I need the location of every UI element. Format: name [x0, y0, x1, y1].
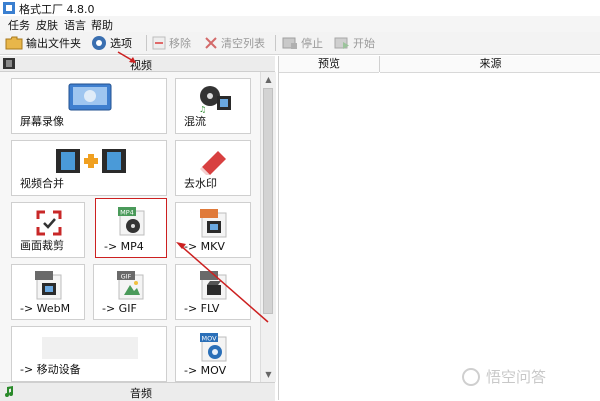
title-bar: 格式工厂 4.8.0 — [0, 0, 600, 16]
watermark: 悟空问答 — [462, 366, 546, 387]
menu-language[interactable]: 语言 — [64, 17, 86, 33]
menu-skin[interactable]: 皮肤 — [36, 17, 58, 33]
mp4-icon: MP4 — [118, 207, 145, 236]
tile-screen-record[interactable]: 屏幕录像 — [11, 78, 167, 134]
stop-label: 停止 — [301, 37, 323, 50]
tile-label: -> MP4 — [104, 240, 144, 253]
video-category-header[interactable]: 视频 — [0, 56, 275, 72]
screen-record-icon — [68, 83, 112, 111]
toolbar: 输出文件夹 选项 移除 清空列表 停止 开始 — [0, 32, 600, 55]
window-title: 格式工厂 4.8.0 — [19, 3, 95, 16]
tile-label: 画面裁剪 — [20, 239, 64, 252]
tile-to-mobile-device[interactable]: -> 移动设备 — [11, 326, 167, 382]
clear-list-button[interactable]: 清空列表 — [204, 35, 265, 51]
stop-icon — [282, 37, 297, 49]
remove-icon — [152, 36, 166, 50]
mux-icon: ♫ — [199, 86, 231, 113]
output-folder-label: 输出文件夹 — [26, 37, 81, 50]
column-header-source[interactable]: 来源 — [380, 56, 600, 73]
app-logo-icon — [3, 2, 15, 14]
mov-badge: MOV — [201, 335, 217, 343]
tool-grid: 屏幕录像 ♫ 混流 视频合并 去水印 画面裁剪 MP4 -> MP4 -> MK… — [0, 72, 260, 382]
svg-text:♫: ♫ — [199, 105, 206, 113]
mp4-badge: MP4 — [120, 209, 134, 217]
menu-bar: 任务 皮肤 语言 帮助 — [0, 16, 600, 32]
tile-label: -> 移动设备 — [20, 363, 81, 376]
gif-badge: GIF — [121, 273, 132, 281]
tile-to-mp4[interactable]: MP4 -> MP4 — [95, 198, 167, 258]
menu-help[interactable]: 帮助 — [91, 17, 113, 33]
tile-mux[interactable]: ♫ 混流 — [175, 78, 251, 134]
clear-list-label: 清空列表 — [221, 37, 265, 50]
menu-task[interactable]: 任务 — [8, 17, 30, 33]
remove-label: 移除 — [169, 37, 191, 50]
tile-label: -> GIF — [102, 302, 137, 315]
audio-category-label: 音频 — [130, 387, 152, 400]
tool-grid-scrollbar[interactable]: ▲ ▼ — [260, 72, 276, 382]
toolbar-separator — [275, 35, 276, 51]
scroll-thumb[interactable] — [263, 88, 273, 314]
tile-label: -> WebM — [20, 302, 71, 315]
music-note-icon — [5, 386, 13, 397]
remove-watermark-icon — [200, 151, 226, 175]
tile-label: 混流 — [184, 115, 206, 128]
mobile-device-icon — [42, 337, 138, 359]
video-merge-icon — [56, 149, 126, 173]
tile-remove-watermark[interactable]: 去水印 — [175, 140, 251, 196]
mkv-icon — [200, 209, 227, 238]
webm-icon — [35, 271, 62, 300]
gear-icon — [92, 36, 106, 50]
tile-to-gif[interactable]: GIF -> GIF — [93, 264, 167, 320]
mov-icon: MOV — [200, 333, 227, 362]
output-folder-button[interactable]: 输出文件夹 — [5, 35, 81, 51]
video-category-label: 视频 — [130, 59, 152, 72]
clear-list-icon — [205, 37, 217, 49]
tile-crop[interactable]: 画面裁剪 — [11, 202, 85, 258]
tile-to-webm[interactable]: -> WebM — [11, 264, 85, 320]
tile-label: -> MOV — [184, 364, 227, 377]
remove-button[interactable]: 移除 — [152, 35, 191, 51]
watermark-text: 悟空问答 — [486, 368, 547, 386]
options-label: 选项 — [110, 37, 132, 50]
film-icon — [3, 58, 15, 69]
watermark-logo-icon — [462, 367, 480, 386]
toolbar-separator — [146, 35, 147, 51]
start-button[interactable]: 开始 — [334, 35, 375, 51]
tile-to-mov[interactable]: MOV -> MOV — [175, 326, 251, 382]
tile-label: -> MKV — [184, 240, 225, 253]
tile-label: 去水印 — [184, 177, 217, 190]
tile-video-merge[interactable]: 视频合并 — [11, 140, 167, 196]
column-header-preview[interactable]: 预览 — [279, 56, 379, 73]
tile-label: -> FLV — [184, 302, 220, 315]
crop-icon — [36, 210, 62, 236]
gif-icon: GIF — [117, 271, 144, 300]
start-label: 开始 — [353, 37, 375, 50]
tile-label: 视频合并 — [20, 177, 64, 190]
tile-label: 屏幕录像 — [20, 115, 64, 128]
tile-to-flv[interactable]: -> FLV — [175, 264, 251, 320]
options-button[interactable]: 选项 — [91, 35, 132, 51]
stop-button[interactable]: 停止 — [282, 35, 323, 51]
folder-icon — [5, 36, 23, 50]
tile-to-mkv[interactable]: -> MKV — [175, 202, 251, 258]
scroll-up-arrow-icon[interactable]: ▲ — [261, 72, 276, 87]
task-list[interactable]: 预览 来源 — [278, 56, 600, 400]
scroll-down-arrow-icon[interactable]: ▼ — [261, 367, 276, 382]
flv-icon — [200, 271, 227, 300]
audio-category-header[interactable]: 音频 — [0, 382, 275, 401]
start-icon — [334, 37, 349, 49]
